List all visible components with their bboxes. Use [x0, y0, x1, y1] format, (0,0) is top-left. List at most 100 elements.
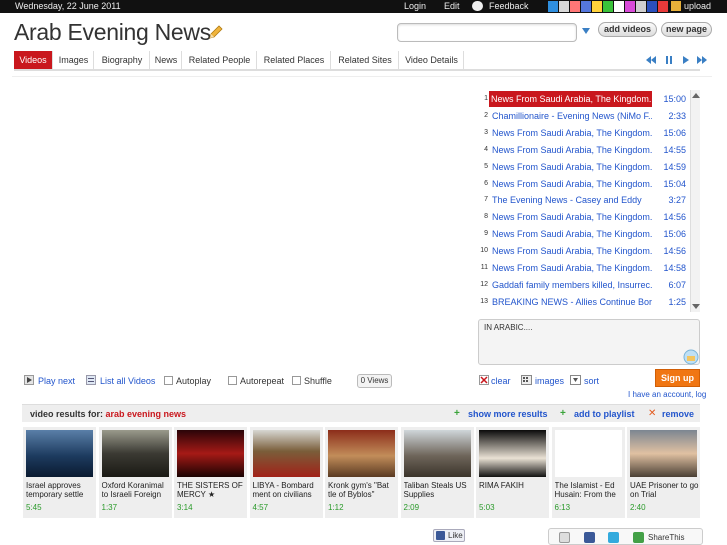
- video-thumbnail[interactable]: Kronk gym's "Bat tle of Byblos" 1:12: [325, 427, 398, 518]
- thumbnail-caption[interactable]: Oxford Koranimal to Israeli Foreign: [102, 481, 172, 500]
- pause-icon[interactable]: [663, 54, 675, 66]
- playlist-item-title[interactable]: News From Saudi Arabia, The Kingdom...: [489, 91, 652, 107]
- grid-icon[interactable]: [521, 375, 532, 385]
- tab-images[interactable]: Images: [54, 51, 94, 70]
- playlist-item-title[interactable]: News From Saudi Arabia, The Kingdom...: [492, 176, 652, 192]
- thumbnail-caption[interactable]: THE SISTERS OF MERCY ★: [177, 481, 247, 500]
- thumbnail-image[interactable]: [101, 430, 169, 477]
- edit-link[interactable]: Edit: [444, 1, 460, 11]
- video-thumbnail[interactable]: RIMA FAKIH 5:03: [476, 427, 549, 518]
- thumbnail-image[interactable]: [479, 430, 546, 477]
- playlist-item-title[interactable]: News From Saudi Arabia, The Kingdom...: [492, 159, 652, 175]
- video-thumbnail[interactable]: The Islamist - Ed Husain: From the 6:13: [551, 427, 625, 518]
- cloud-icon[interactable]: [683, 349, 699, 365]
- facebook-icon[interactable]: [584, 532, 595, 543]
- theme-swatch[interactable]: [636, 1, 646, 12]
- thumbnail-image[interactable]: [630, 430, 697, 477]
- play-next-icon[interactable]: [24, 375, 34, 385]
- list-icon[interactable]: [86, 375, 96, 385]
- thumbnail-caption[interactable]: RIMA FAKIH: [479, 481, 549, 500]
- video-thumbnail[interactable]: THE SISTERS OF MERCY ★ 3:14: [174, 427, 247, 518]
- video-thumbnail[interactable]: LIBYA - Bombard ment on civilians 4:57: [249, 427, 323, 518]
- playlist-item[interactable]: 11 News From Saudi Arabia, The Kingdom...…: [476, 260, 688, 276]
- feedback-link[interactable]: Feedback: [489, 1, 529, 11]
- sign-up-button[interactable]: Sign up: [655, 369, 700, 387]
- add-videos-button[interactable]: add videos: [598, 22, 657, 37]
- facebook-like-button[interactable]: Like: [433, 529, 465, 542]
- fast-forward-icon[interactable]: [696, 54, 708, 66]
- play-icon[interactable]: [680, 54, 692, 66]
- rewind-icon[interactable]: [645, 54, 657, 66]
- tab-related-people[interactable]: Related People: [183, 51, 257, 70]
- playlist-item-title[interactable]: News From Saudi Arabia, The Kingdom...: [492, 243, 652, 259]
- playlist-item[interactable]: 7 The Evening News - Casey and Eddy 3:27: [476, 192, 688, 208]
- playlist-item-title[interactable]: News From Saudi Arabia, The Kingdom...: [492, 226, 652, 242]
- remove-link[interactable]: remove: [662, 409, 694, 419]
- theme-swatch[interactable]: [625, 1, 635, 12]
- scroll-down-icon[interactable]: [692, 304, 700, 309]
- tab-related-places[interactable]: Related Places: [258, 51, 331, 70]
- thumbnail-image[interactable]: [328, 430, 395, 477]
- login-link-bottom[interactable]: I have an account, log: [628, 390, 706, 399]
- twitter-icon[interactable]: [608, 532, 619, 543]
- playlist-item-title[interactable]: Chamillionaire - Evening News (NiMo F...: [492, 108, 652, 124]
- playlist-item[interactable]: 10 News From Saudi Arabia, The Kingdom...…: [476, 243, 688, 259]
- tab-news[interactable]: News: [151, 51, 182, 70]
- autoplay-checkbox[interactable]: [164, 376, 173, 385]
- sort-icon[interactable]: [570, 375, 581, 385]
- playlist-item-title[interactable]: News From Saudi Arabia, The Kingdom...: [492, 209, 652, 225]
- playlist-item-title[interactable]: News From Saudi Arabia, The Kingdom...: [492, 125, 652, 141]
- pencil-icon[interactable]: [207, 25, 223, 41]
- playlist-item[interactable]: 5 News From Saudi Arabia, The Kingdom... 1…: [476, 159, 688, 175]
- playlist-item-title[interactable]: Gaddafi family members killed, Insurrec.…: [492, 277, 652, 293]
- tab-video-details[interactable]: Video Details: [400, 51, 464, 70]
- video-thumbnail[interactable]: UAE Prisoner to go on Trial 2:40: [627, 427, 700, 518]
- login-link[interactable]: Login: [404, 1, 426, 11]
- clear-icon[interactable]: [479, 375, 489, 385]
- playlist-item[interactable]: 2 Chamillionaire - Evening News (NiMo F..…: [476, 108, 688, 124]
- theme-swatch[interactable]: [603, 1, 613, 12]
- video-thumbnail[interactable]: Oxford Koranimal to Israeli Foreign 1:37: [98, 427, 172, 518]
- thumbnail-caption[interactable]: Israel approves temporary settle: [26, 481, 96, 500]
- theme-swatch[interactable]: [647, 1, 657, 12]
- theme-swatch[interactable]: [658, 1, 668, 12]
- playlist-item[interactable]: 4 News From Saudi Arabia, The Kingdom... 1…: [476, 142, 688, 158]
- playlist-item-title[interactable]: News From Saudi Arabia, The Kingdom...: [492, 260, 652, 276]
- playlist-item[interactable]: 9 News From Saudi Arabia, The Kingdom... 1…: [476, 226, 688, 242]
- playlist-item[interactable]: 13 BREAKING NEWS - Allies Continue Bor...…: [476, 294, 688, 310]
- add-to-playlist-link[interactable]: add to playlist: [574, 409, 635, 419]
- playlist-item[interactable]: 3 News From Saudi Arabia, The Kingdom... 1…: [476, 125, 688, 141]
- tab-videos[interactable]: Videos: [14, 51, 53, 70]
- theme-swatch[interactable]: [559, 1, 569, 12]
- theme-swatch[interactable]: [581, 1, 591, 12]
- video-player[interactable]: [22, 90, 472, 358]
- play-next-link[interactable]: Play next: [38, 376, 75, 386]
- list-all-videos-link[interactable]: List all Videos: [100, 376, 155, 386]
- thumbnail-caption[interactable]: UAE Prisoner to go on Trial: [630, 481, 700, 500]
- playlist-scrollbar[interactable]: [690, 90, 700, 312]
- share-label[interactable]: ShareThis: [648, 533, 684, 542]
- thumbnail-image[interactable]: [403, 430, 471, 477]
- thumbnail-caption[interactable]: The Islamist - Ed Husain: From the: [555, 481, 625, 500]
- playlist-item[interactable]: 1 News From Saudi Arabia, The Kingdom... 1…: [476, 91, 688, 107]
- thumbnail-caption[interactable]: Kronk gym's "Bat tle of Byblos": [328, 481, 398, 500]
- playlist-item[interactable]: 8 News From Saudi Arabia, The Kingdom... 1…: [476, 209, 688, 225]
- video-thumbnail[interactable]: Taliban Steals US Supplies 2:09: [400, 427, 474, 518]
- autorepeat-checkbox[interactable]: [228, 376, 237, 385]
- theme-swatch[interactable]: [614, 1, 624, 12]
- tab-biography[interactable]: Biography: [95, 51, 150, 70]
- theme-swatch[interactable]: [548, 1, 558, 12]
- upload-link[interactable]: upload: [684, 1, 711, 11]
- playlist-item[interactable]: 12 Gaddafi family members killed, Insurre…: [476, 277, 688, 293]
- sharethis-icon[interactable]: [633, 532, 644, 543]
- show-more-results-link[interactable]: show more results: [468, 409, 548, 419]
- new-page-button[interactable]: new page: [661, 22, 712, 37]
- thumbnail-image[interactable]: [26, 430, 93, 477]
- chevron-down-icon[interactable]: [582, 28, 590, 34]
- plus-icon[interactable]: +: [560, 409, 566, 419]
- thumbnail-image[interactable]: [252, 430, 320, 477]
- search-input[interactable]: [397, 23, 577, 42]
- email-icon[interactable]: [559, 532, 570, 543]
- playlist-item-title[interactable]: News From Saudi Arabia, The Kingdom...: [492, 142, 652, 158]
- clear-link[interactable]: clear: [491, 376, 511, 386]
